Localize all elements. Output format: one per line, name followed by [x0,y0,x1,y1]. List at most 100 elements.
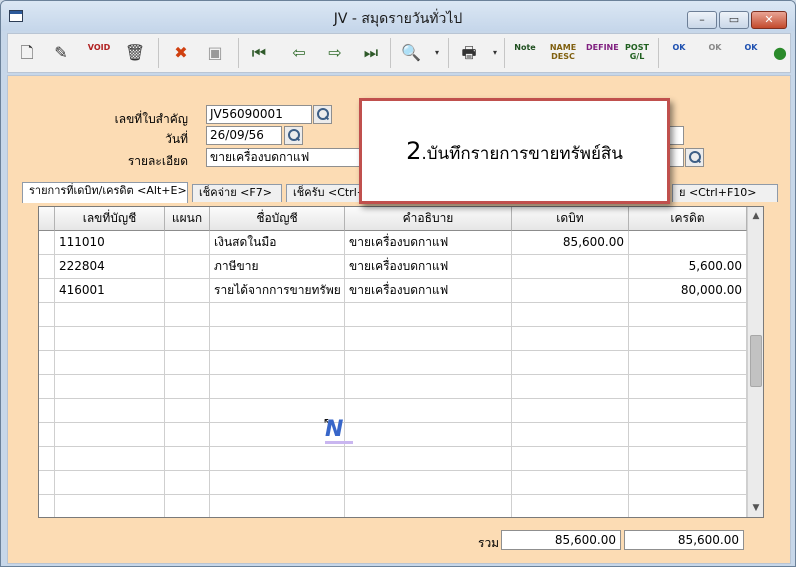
empty-cell[interactable] [210,375,345,399]
empty-cell[interactable] [55,327,165,351]
cell-credit[interactable] [629,231,747,255]
scroll-thumb[interactable] [750,335,762,387]
empty-cell[interactable] [512,327,629,351]
print-dropdown-icon[interactable]: ▾ [490,48,500,58]
doc-no-field[interactable]: JV56090001 [206,105,312,124]
empty-cell[interactable] [39,423,55,447]
note-icon[interactable]: Note [510,39,540,67]
empty-table-row[interactable] [39,495,747,517]
empty-cell[interactable] [39,495,55,517]
cell-credit[interactable]: 80,000.00 [629,279,747,303]
find-icon[interactable]: 🔍 [396,39,426,67]
first-record-icon[interactable]: ⏮ [244,39,274,67]
scroll-down-icon[interactable]: ▼ [749,500,763,516]
empty-cell[interactable] [512,447,629,471]
table-row[interactable]: 222804 ภาษีขาย ขายเครื่องบดกาแฟ 5,600.00 [39,255,747,279]
col-header-credit[interactable]: เครดิต [629,207,747,231]
unapprove-icon[interactable]: OK [700,39,730,67]
empty-cell[interactable] [345,423,512,447]
empty-cell[interactable] [512,423,629,447]
empty-cell[interactable] [512,471,629,495]
maximize-button[interactable]: ▭ [719,11,749,29]
empty-cell[interactable] [210,447,345,471]
scroll-up-icon[interactable]: ▲ [749,208,763,224]
tab-other[interactable]: ย <Ctrl+F10> [672,184,778,202]
empty-cell[interactable] [39,375,55,399]
col-header-account-name[interactable]: ชื่อบัญชี [210,207,345,231]
empty-cell[interactable] [345,375,512,399]
empty-table-row[interactable] [39,423,747,447]
title-bar[interactable]: JV - สมุดรายวันทั่วไป – ▭ ✕ [1,1,795,31]
tab-cheque-paid[interactable]: เช็คจ่าย <F7> [192,184,282,202]
empty-table-row[interactable] [39,327,747,351]
empty-cell[interactable] [55,351,165,375]
empty-cell[interactable] [629,351,747,375]
empty-cell[interactable] [55,375,165,399]
empty-cell[interactable] [629,423,747,447]
empty-cell[interactable] [629,471,747,495]
cell-account-name[interactable]: รายได้จากการขายทรัพย [210,279,345,303]
detail-search-icon[interactable] [685,148,704,167]
empty-cell[interactable] [345,447,512,471]
empty-cell[interactable] [629,399,747,423]
journal-grid[interactable]: เลขที่บัญชี แผนก ชื่อบัญชี คำอธิบาย เดบิ… [38,206,764,518]
date-picker-icon[interactable] [284,126,303,145]
close-button[interactable]: ✕ [751,11,787,29]
approve-ok-icon[interactable]: OK [664,39,694,67]
empty-cell[interactable] [345,471,512,495]
cell-description[interactable]: ขายเครื่องบดกาแฟ [345,231,512,255]
empty-cell[interactable] [39,447,55,471]
empty-cell[interactable] [165,351,210,375]
empty-cell[interactable] [345,495,512,517]
empty-cell[interactable] [165,375,210,399]
empty-cell[interactable] [39,471,55,495]
empty-cell[interactable] [55,447,165,471]
empty-cell[interactable] [629,303,747,327]
delete-icon[interactable]: 🗑 [120,39,150,67]
cancel-icon[interactable]: ✖ [166,39,196,67]
col-header-account-no[interactable]: เลขที่บัญชี [55,207,165,231]
cell-account-no[interactable]: 222804 [55,255,165,279]
empty-cell[interactable] [165,447,210,471]
empty-cell[interactable] [629,375,747,399]
edit-icon[interactable]: ✎ [46,39,76,67]
name-desc-icon[interactable]: NAME DESC [548,39,578,67]
document-ok-icon[interactable]: OK [736,39,766,67]
doc-no-search-icon[interactable] [313,105,332,124]
empty-table-row[interactable] [39,351,747,375]
empty-cell[interactable] [39,303,55,327]
empty-cell[interactable] [165,423,210,447]
last-record-icon[interactable]: ⏭ [356,39,386,67]
empty-cell[interactable] [512,399,629,423]
cell-debit[interactable] [512,279,629,303]
find-dropdown-icon[interactable]: ▾ [432,48,442,58]
cell-department[interactable] [165,255,210,279]
empty-cell[interactable] [210,495,345,517]
define-icon[interactable]: DEFINE [586,39,619,67]
empty-cell[interactable] [165,303,210,327]
cell-department[interactable] [165,279,210,303]
empty-cell[interactable] [512,495,629,517]
empty-cell[interactable] [629,327,747,351]
empty-cell[interactable] [210,351,345,375]
col-header-debit[interactable]: เดบิท [512,207,629,231]
empty-cell[interactable] [210,327,345,351]
empty-table-row[interactable] [39,303,747,327]
cell-account-name[interactable]: ภาษีขาย [210,255,345,279]
cell-description[interactable]: ขายเครื่องบดกาแฟ [345,255,512,279]
empty-table-row[interactable] [39,375,747,399]
empty-cell[interactable] [512,351,629,375]
table-row[interactable]: 111010 เงินสดในมือ ขายเครื่องบดกาแฟ 85,6… [39,231,747,255]
empty-cell[interactable] [210,303,345,327]
exit-icon[interactable]: ● [772,39,788,67]
empty-cell[interactable] [55,495,165,517]
empty-cell[interactable] [345,399,512,423]
cell-account-no[interactable]: 416001 [55,279,165,303]
post-gl-icon[interactable]: POST G/L [622,39,652,67]
empty-cell[interactable] [165,327,210,351]
date-field[interactable]: 26/09/56 [206,126,282,145]
next-record-icon[interactable]: ⇨ [320,39,350,67]
new-document-icon[interactable]: 🗋 [12,39,42,67]
cell-account-no[interactable]: 111010 [55,231,165,255]
save-icon[interactable]: ▣ [200,39,230,67]
